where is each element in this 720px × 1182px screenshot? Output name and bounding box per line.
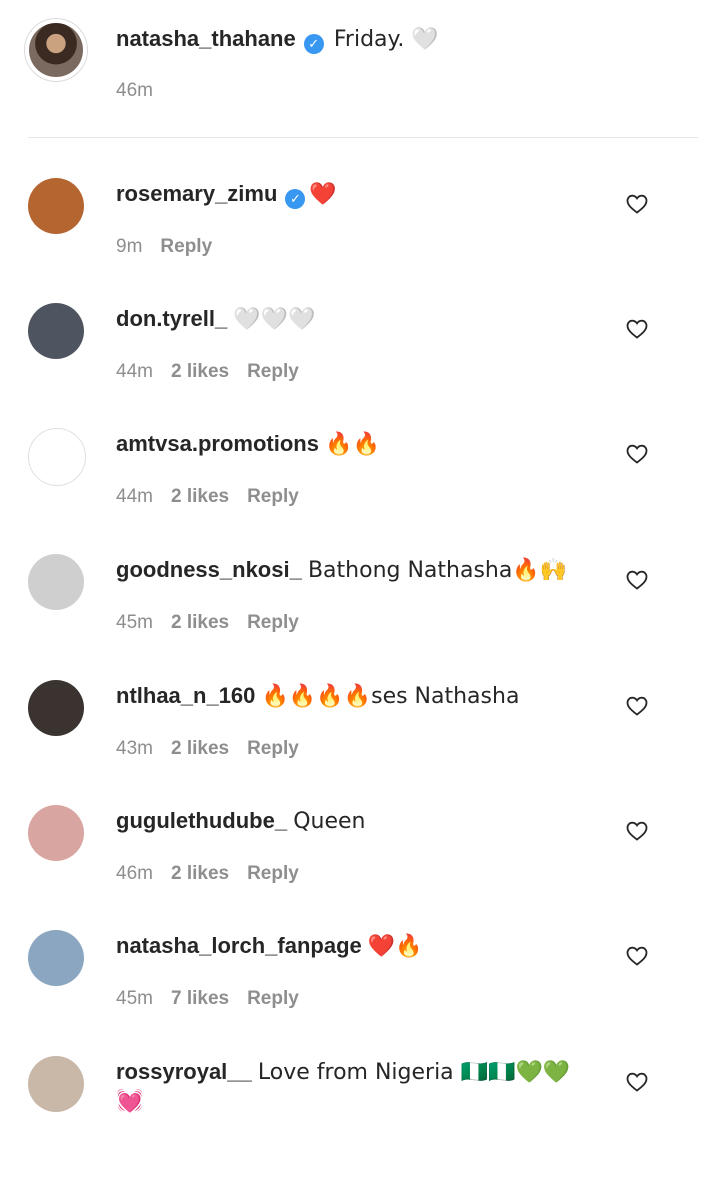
comment-text: ❤️	[309, 182, 337, 207]
comment-likes[interactable]: 2 likes	[171, 486, 229, 507]
comment-line: rosemary_zimu ✓ ❤️	[116, 180, 337, 209]
like-heart-icon[interactable]	[625, 944, 649, 968]
commenter-avatar[interactable]	[28, 1056, 84, 1112]
caption-meta: 46m	[116, 80, 171, 102]
reply-button[interactable]: Reply	[247, 361, 299, 382]
comment-time: 43m	[116, 738, 153, 759]
comment-line: don.tyrell_ 🤍🤍🤍	[116, 305, 316, 334]
comment-row: don.tyrell_ 🤍🤍🤍 44m 2 likes Reply	[0, 303, 720, 429]
comment-username[interactable]: ntlhaa_n_160	[116, 683, 255, 708]
comment-text: 🔥🔥	[325, 432, 380, 457]
post-caption: natasha_thahane ✓ Friday. 🤍 46m	[0, 0, 720, 138]
comment-text-continued: 💓	[116, 1089, 144, 1114]
comment-time: 46m	[116, 863, 153, 884]
comment-text: 🔥🔥🔥🔥ses Nathasha	[261, 684, 520, 709]
commenter-avatar[interactable]	[28, 178, 84, 234]
reply-button[interactable]: Reply	[247, 486, 299, 507]
comment-row: gugulethudube_ Queen 46m 2 likes Reply	[0, 805, 720, 931]
like-heart-icon[interactable]	[625, 819, 649, 843]
like-heart-icon[interactable]	[625, 694, 649, 718]
comment-likes[interactable]: 2 likes	[171, 863, 229, 884]
comment-line: ntlhaa_n_160 🔥🔥🔥🔥ses Nathasha	[116, 682, 519, 711]
comment-meta: 46m 2 likes Reply	[116, 863, 317, 885]
comment-line: natasha_lorch_fanpage ❤️🔥	[116, 932, 423, 961]
like-heart-icon[interactable]	[625, 1070, 649, 1094]
commenter-avatar[interactable]	[28, 428, 86, 486]
comment-text: Bathong Nathasha🔥🙌	[307, 558, 568, 583]
verified-badge-icon: ✓	[303, 34, 324, 54]
commenter-avatar[interactable]	[28, 554, 84, 610]
reply-button[interactable]: Reply	[247, 988, 299, 1009]
comment-time: 45m	[116, 988, 153, 1009]
like-heart-icon[interactable]	[625, 442, 649, 466]
commenter-avatar[interactable]	[28, 303, 84, 359]
comment-meta: 44m 2 likes Reply	[116, 486, 317, 508]
comment-row: amtvsa.promotions 🔥🔥 44m 2 likes Reply	[0, 428, 720, 554]
commenter-avatar[interactable]	[28, 680, 84, 736]
like-heart-icon[interactable]	[625, 192, 649, 216]
comment-username[interactable]: rossyroyal__	[116, 1059, 252, 1084]
comment-text: Queen	[293, 809, 366, 834]
comment-text: Love from Nigeria 🇳🇬🇳🇬💚💚	[257, 1060, 571, 1085]
comment-row: natasha_lorch_fanpage ❤️🔥 45m 7 likes Reply	[0, 930, 720, 1056]
reply-button[interactable]: Reply	[247, 863, 299, 884]
comment-line: rossyroyal__ Love from Nigeria 🇳🇬🇳🇬💚💚	[116, 1058, 570, 1087]
comment-text: 🤍🤍🤍	[233, 307, 316, 332]
comment-likes[interactable]: 2 likes	[171, 361, 229, 382]
comment-meta: 43m 2 likes Reply	[116, 738, 317, 760]
comment-username[interactable]: natasha_lorch_fanpage	[116, 933, 362, 958]
commenter-avatar[interactable]	[28, 805, 84, 861]
comment-time: 44m	[116, 361, 153, 382]
comment-username[interactable]: amtvsa.promotions	[116, 431, 319, 456]
comment-likes[interactable]: 2 likes	[171, 738, 229, 759]
comment-likes[interactable]: 2 likes	[171, 612, 229, 633]
comment-time: 9m	[116, 236, 143, 257]
reply-button[interactable]: Reply	[247, 612, 299, 633]
comment-line: gugulethudube_ Queen	[116, 807, 366, 836]
comment-row: goodness_nkosi_ Bathong Nathasha🔥🙌 45m 2 l…	[0, 554, 720, 680]
comment-row: rossyroyal__ Love from Nigeria 🇳🇬🇳🇬💚💚 💓	[0, 1056, 720, 1182]
comment-line: goodness_nkosi_ Bathong Nathasha🔥🙌	[116, 556, 567, 585]
comment-username[interactable]: don.tyrell_	[116, 306, 227, 331]
caption-username[interactable]: natasha_thahane	[116, 26, 296, 51]
comment-row: rosemary_zimu ✓ ❤️ 9m Reply	[0, 178, 720, 304]
caption-author-avatar[interactable]	[24, 18, 88, 82]
comment-time: 44m	[116, 486, 153, 507]
like-heart-icon[interactable]	[625, 568, 649, 592]
comment-meta: 45m 7 likes Reply	[116, 988, 317, 1010]
comment-meta: 44m 2 likes Reply	[116, 361, 317, 383]
caption-line: natasha_thahane ✓ Friday. 🤍	[116, 25, 439, 54]
comment-time: 45m	[116, 612, 153, 633]
reply-button[interactable]: Reply	[247, 738, 299, 759]
comment-row: ntlhaa_n_160 🔥🔥🔥🔥ses Nathasha 43m 2 likes R…	[0, 680, 720, 806]
comment-username[interactable]: gugulethudube_	[116, 808, 287, 833]
comment-likes[interactable]: 7 likes	[171, 988, 229, 1009]
like-heart-icon[interactable]	[625, 317, 649, 341]
verified-badge-icon: ✓	[285, 189, 306, 209]
caption-text: Friday. 🤍	[333, 27, 439, 52]
comment-line: amtvsa.promotions 🔥🔥	[116, 430, 380, 459]
comment-text: ❤️🔥	[367, 934, 423, 959]
comment-meta: 45m 2 likes Reply	[116, 612, 317, 634]
caption-time: 46m	[116, 80, 153, 101]
reply-button[interactable]: Reply	[160, 236, 212, 257]
comment-meta: 9m Reply	[116, 236, 230, 258]
divider	[28, 137, 698, 138]
commenter-avatar[interactable]	[28, 930, 84, 986]
comment-username[interactable]: goodness_nkosi_	[116, 557, 302, 582]
comment-username[interactable]: rosemary_zimu	[116, 181, 277, 206]
